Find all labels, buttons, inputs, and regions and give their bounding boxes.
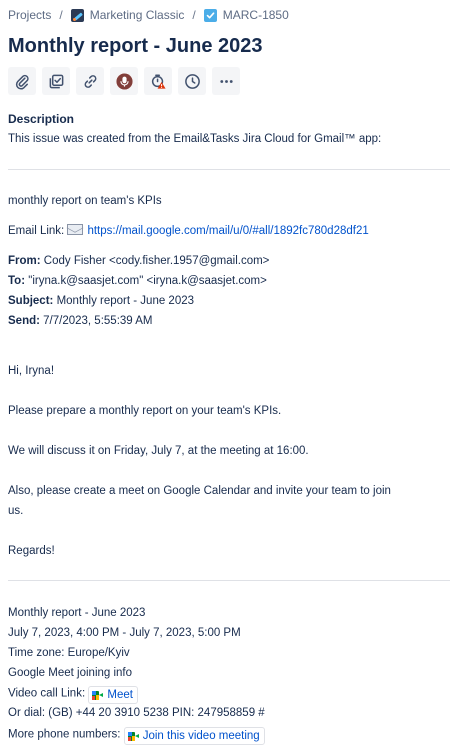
from-value: Cody Fisher <cody.fisher.1957@gmail.com> — [43, 255, 270, 267]
breadcrumb-projects[interactable]: Projects — [8, 8, 51, 22]
email-link-label: Email Link: — [8, 225, 65, 237]
breadcrumb-separator: / — [192, 8, 196, 22]
description-intro[interactable]: This issue was created from the Email&Ta… — [8, 133, 381, 145]
checklist-icon — [49, 74, 63, 88]
event-timezone: Time zone: Europe/Kyiv — [8, 647, 130, 659]
issue-title[interactable]: Monthly report - June 2023 — [8, 35, 263, 58]
video-call-label: Video call Link: — [8, 687, 86, 700]
description-heading: Description — [8, 112, 75, 126]
from-row: From: Cody Fisher <cody.fisher.1957@gmai… — [8, 254, 269, 268]
attach-button[interactable] — [8, 67, 36, 95]
to-label: To: — [8, 275, 26, 287]
email-link-row: Email Link: https://mail.google.com/mail… — [8, 224, 369, 238]
issue-toolbar — [8, 67, 240, 95]
log-time-button[interactable] — [178, 67, 206, 95]
meet-link-chip[interactable]: Meet — [88, 686, 138, 704]
from-label: From: — [8, 255, 41, 267]
link-icon — [84, 74, 96, 88]
divider — [8, 169, 450, 170]
google-meet-icon — [92, 690, 104, 700]
breadcrumb-issue-key[interactable]: MARC-1850 — [223, 8, 289, 22]
attachment-icon — [15, 74, 29, 90]
google-meet-icon — [127, 731, 139, 741]
email-closing: Regards! — [8, 545, 55, 557]
more-icon — [219, 79, 233, 83]
to-row: To: "iryna.k@saasjet.com" <iryna.k@saasj… — [8, 274, 267, 288]
send-row: Send: 7/7/2023, 5:55:39 AM — [8, 314, 153, 328]
email-greeting: Hi, Iryna! — [8, 365, 55, 377]
add-child-issue-button[interactable] — [42, 67, 70, 95]
to-value: "iryna.k@saasjet.com" <iryna.k@saasjet.c… — [28, 275, 267, 287]
join-chip-label: Join this video meeting — [142, 730, 260, 742]
meet-chip-label: Meet — [107, 689, 133, 701]
email-paragraph: Please prepare a monthly report on your … — [8, 405, 282, 417]
watch-button[interactable] — [144, 67, 172, 95]
email-summary: monthly report on team's KPIs — [8, 195, 162, 207]
send-value: 7/7/2023, 5:55:39 AM — [43, 315, 153, 327]
email-link[interactable]: https://mail.google.com/mail/u/0/#all/18… — [87, 225, 368, 237]
send-label: Send: — [8, 315, 40, 327]
subject-label: Subject: — [8, 295, 54, 307]
event-time: July 7, 2023, 4:00 PM - July 7, 2023, 5:… — [8, 627, 241, 639]
breadcrumb: Projects / Marketing Classic / MARC-1850 — [8, 8, 289, 22]
email-paragraph: Also, please create a meet on Google Cal… — [8, 485, 391, 497]
breadcrumb-separator: / — [59, 8, 63, 22]
breadcrumb-project[interactable]: Marketing Classic — [90, 8, 185, 22]
task-type-icon — [203, 8, 217, 22]
join-meeting-chip[interactable]: Join this video meeting — [123, 727, 265, 745]
watch-icon — [151, 74, 166, 89]
more-actions-button[interactable] — [212, 67, 240, 95]
video-call-row: Video call Link: Meet — [8, 686, 138, 704]
phone-numbers-label: More phone numbers: — [8, 728, 121, 741]
meet-joining-info: Google Meet joining info — [8, 667, 133, 679]
phone-numbers-row: More phone numbers: Join this video meet… — [8, 727, 265, 745]
subject-value: Monthly report - June 2023 — [56, 295, 195, 307]
record-button[interactable] — [110, 67, 138, 95]
event-title: Monthly report - June 2023 — [8, 607, 146, 619]
clock-icon — [184, 73, 200, 89]
dial-in-info: Or dial: (GB) +44 20 3910 5238 PIN: 2479… — [8, 707, 265, 719]
microphone-icon — [115, 72, 133, 90]
divider — [8, 580, 450, 581]
project-icon — [70, 8, 84, 22]
subject-row: Subject: Monthly report - June 2023 — [8, 294, 194, 308]
email-paragraph: We will discuss it on Friday, July 7, at… — [8, 445, 309, 457]
link-issue-button[interactable] — [76, 67, 104, 95]
envelope-icon — [67, 224, 84, 235]
email-paragraph: us. — [8, 505, 24, 517]
